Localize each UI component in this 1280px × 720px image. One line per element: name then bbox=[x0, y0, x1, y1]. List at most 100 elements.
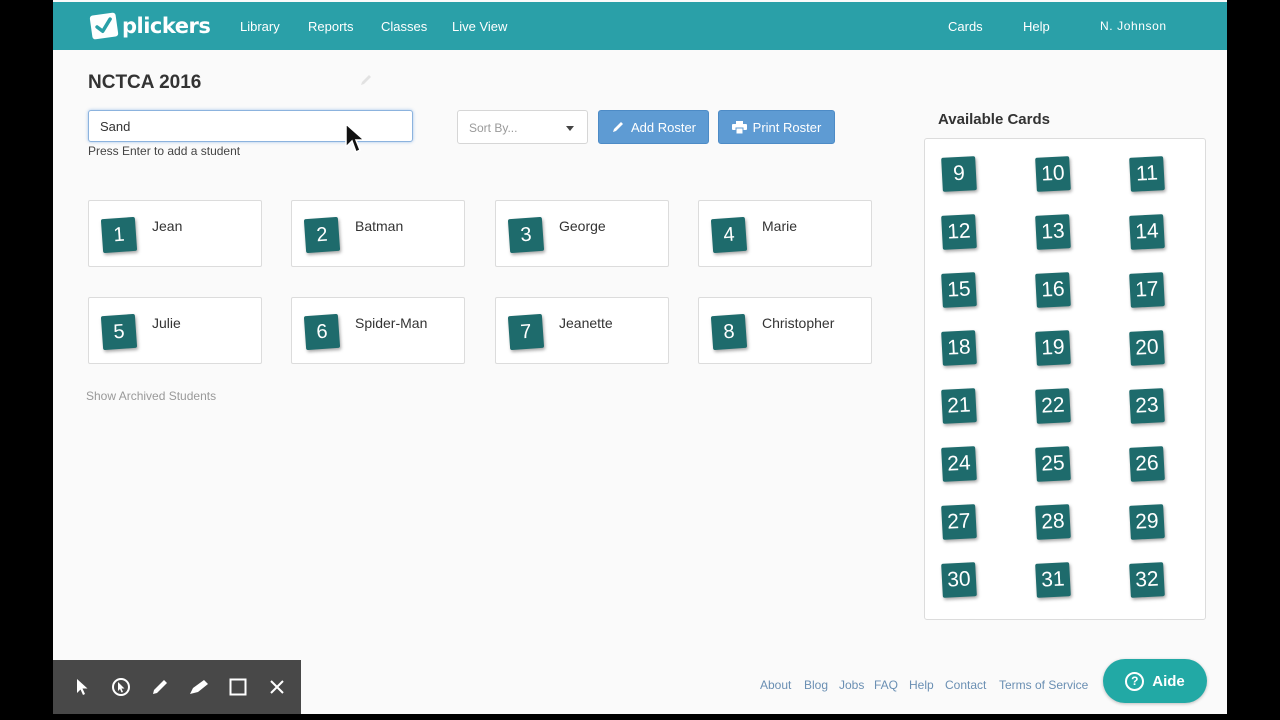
available-card-cell[interactable]: 25 bbox=[1019, 429, 1113, 487]
available-card-cell[interactable]: 10 bbox=[1019, 139, 1113, 197]
show-archived-students-link[interactable]: Show Archived Students bbox=[86, 389, 216, 403]
input-hint: Press Enter to add a student bbox=[88, 144, 241, 158]
nav-reports[interactable]: Reports bbox=[308, 19, 354, 34]
card-number-badge: 8 bbox=[710, 313, 748, 351]
user-menu[interactable]: N. Johnson bbox=[1100, 19, 1167, 33]
student-card[interactable]: 1 Jean bbox=[88, 200, 262, 267]
top-nav-bar: plickers Library Reports Classes Live Vi… bbox=[53, 2, 1227, 50]
student-card[interactable]: 8 Christopher bbox=[698, 297, 872, 364]
available-card-badge: 16 bbox=[1035, 272, 1071, 308]
available-card-cell[interactable]: 20 bbox=[1113, 313, 1205, 371]
available-card-cell[interactable]: 19 bbox=[1019, 313, 1113, 371]
footer-blog[interactable]: Blog bbox=[804, 678, 828, 692]
nav-live-view[interactable]: Live View bbox=[452, 19, 507, 34]
available-card-cell[interactable]: 35 bbox=[1113, 603, 1205, 619]
nav-cards[interactable]: Cards bbox=[948, 19, 983, 34]
printer-icon bbox=[731, 120, 747, 134]
rectangle-icon[interactable] bbox=[225, 675, 250, 700]
card-number-badge: 7 bbox=[507, 313, 545, 351]
available-card-badge: 9 bbox=[941, 156, 977, 192]
student-card[interactable]: 7 Jeanette bbox=[495, 297, 669, 364]
nav-help[interactable]: Help bbox=[1023, 19, 1050, 34]
available-card-cell[interactable]: 30 bbox=[925, 545, 1019, 603]
available-card-badge: 18 bbox=[941, 330, 977, 366]
cursor-highlight-icon[interactable] bbox=[108, 675, 133, 700]
footer-jobs[interactable]: Jobs bbox=[839, 678, 864, 692]
available-card-cell[interactable]: 14 bbox=[1113, 197, 1205, 255]
sort-by-select[interactable]: Sort By... bbox=[457, 110, 588, 144]
student-card[interactable]: 2 Batman bbox=[291, 200, 465, 267]
nav-library[interactable]: Library bbox=[240, 19, 280, 34]
available-card-cell[interactable]: 12 bbox=[925, 197, 1019, 255]
available-card-cell[interactable]: 32 bbox=[1113, 545, 1205, 603]
footer-faq[interactable]: FAQ bbox=[874, 678, 898, 692]
student-name: Julie bbox=[152, 315, 181, 331]
edit-title-icon[interactable] bbox=[359, 73, 373, 92]
available-card-cell[interactable]: 34 bbox=[1019, 603, 1113, 619]
class-title: NCTCA 2016 bbox=[88, 72, 202, 93]
available-card-cell[interactable]: 28 bbox=[1019, 487, 1113, 545]
student-card[interactable]: 3 George bbox=[495, 200, 669, 267]
available-card-cell[interactable]: 21 bbox=[925, 371, 1019, 429]
sort-by-value: Sort By... bbox=[469, 121, 518, 135]
student-name: Jean bbox=[152, 218, 183, 234]
available-card-badge: 14 bbox=[1129, 214, 1165, 250]
available-card-cell[interactable]: 33 bbox=[925, 603, 1019, 619]
available-card-cell[interactable]: 13 bbox=[1019, 197, 1113, 255]
available-card-badge: 20 bbox=[1129, 330, 1165, 366]
footer-contact[interactable]: Contact bbox=[945, 678, 986, 692]
available-card-badge: 22 bbox=[1035, 388, 1071, 424]
card-number-badge: 3 bbox=[507, 216, 545, 254]
mouse-pointer-icon bbox=[345, 122, 366, 160]
student-card[interactable]: 6 Spider-Man bbox=[291, 297, 465, 364]
student-name: Marie bbox=[762, 218, 798, 234]
available-card-badge: 23 bbox=[1129, 388, 1165, 424]
app-window: plickers Library Reports Classes Live Vi… bbox=[53, 0, 1227, 714]
student-card[interactable]: 5 Julie bbox=[88, 297, 262, 364]
student-card[interactable]: 4 Marie bbox=[698, 200, 872, 267]
footer-about[interactable]: About bbox=[760, 678, 791, 692]
aide-help-button[interactable]: ? Aide bbox=[1103, 659, 1207, 703]
available-card-badge: 13 bbox=[1035, 214, 1071, 250]
available-card-cell[interactable]: 29 bbox=[1113, 487, 1205, 545]
available-card-cell[interactable]: 18 bbox=[925, 313, 1019, 371]
close-icon[interactable] bbox=[264, 675, 289, 700]
available-card-cell[interactable]: 27 bbox=[925, 487, 1019, 545]
student-name: Spider-Man bbox=[355, 315, 428, 331]
available-card-badge: 12 bbox=[941, 214, 977, 250]
available-card-cell[interactable]: 24 bbox=[925, 429, 1019, 487]
available-card-badge: 24 bbox=[941, 446, 977, 482]
pen-icon[interactable] bbox=[147, 675, 172, 700]
annotation-toolbar bbox=[53, 660, 301, 714]
available-card-badge: 27 bbox=[941, 504, 977, 540]
available-card-cell[interactable]: 9 bbox=[925, 139, 1019, 197]
card-number-badge: 6 bbox=[303, 313, 341, 351]
card-number-badge: 4 bbox=[710, 216, 748, 254]
card-number-badge: 5 bbox=[100, 313, 138, 351]
add-roster-button[interactable]: Add Roster bbox=[598, 110, 709, 144]
card-number-badge: 2 bbox=[303, 216, 341, 254]
available-card-cell[interactable]: 17 bbox=[1113, 255, 1205, 313]
available-card-cell[interactable]: 31 bbox=[1019, 545, 1113, 603]
plickers-logo[interactable]: plickers bbox=[89, 12, 211, 40]
pointer-icon[interactable] bbox=[69, 675, 94, 700]
available-card-cell[interactable]: 16 bbox=[1019, 255, 1113, 313]
available-card-cell[interactable]: 23 bbox=[1113, 371, 1205, 429]
available-card-badge: 21 bbox=[941, 388, 977, 424]
available-cards-panel: 9 10 11 12 13 14 15 16 17 18 19 20 21 22 23 24 25 26 27 28 2… bbox=[924, 138, 1206, 620]
question-icon: ? bbox=[1125, 671, 1145, 691]
available-card-cell[interactable]: 26 bbox=[1113, 429, 1205, 487]
student-name: Jeanette bbox=[559, 315, 613, 331]
footer-help[interactable]: Help bbox=[909, 678, 934, 692]
highlighter-icon[interactable] bbox=[186, 675, 211, 700]
available-card-cell[interactable]: 11 bbox=[1113, 139, 1205, 197]
available-card-badge: 19 bbox=[1035, 330, 1071, 366]
footer-terms[interactable]: Terms of Service bbox=[999, 678, 1088, 692]
print-roster-button[interactable]: Print Roster bbox=[718, 110, 835, 144]
available-card-badge: 15 bbox=[941, 272, 977, 308]
available-card-cell[interactable]: 15 bbox=[925, 255, 1019, 313]
nav-classes[interactable]: Classes bbox=[381, 19, 427, 34]
chevron-down-icon bbox=[566, 126, 574, 131]
available-card-badge: 11 bbox=[1129, 156, 1165, 192]
available-card-cell[interactable]: 22 bbox=[1019, 371, 1113, 429]
